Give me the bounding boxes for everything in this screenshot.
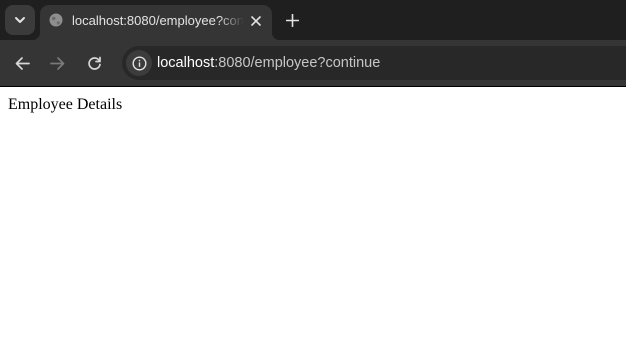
arrow-right-icon — [49, 56, 64, 70]
tab-search-button[interactable] — [5, 5, 35, 35]
info-icon — [131, 55, 147, 71]
page-heading: Employee Details — [8, 96, 123, 113]
tab-active[interactable]: localhost:8080/employee?continue — [32, 5, 280, 40]
forward-button[interactable] — [45, 51, 69, 75]
arrow-left-icon — [15, 56, 30, 70]
back-button[interactable] — [10, 51, 34, 75]
close-icon — [251, 16, 261, 26]
new-tab-button[interactable] — [280, 8, 304, 32]
plus-icon — [285, 13, 299, 27]
site-info-button[interactable] — [126, 50, 152, 76]
reload-icon — [87, 56, 101, 70]
reload-button[interactable] — [82, 51, 106, 75]
url-path: :8080/employee?continue — [214, 55, 381, 71]
address-bar[interactable]: localhost:8080/employee?continue — [122, 46, 626, 80]
chevron-down-icon — [15, 17, 25, 23]
tab-title: localhost:8080/employee?continue — [72, 13, 244, 28]
tab-close-button[interactable] — [246, 11, 266, 31]
tab-strip: localhost:8080/employee?continue — [0, 0, 626, 40]
page-content: Employee Details — [0, 87, 626, 351]
url-text[interactable]: localhost:8080/employee?continue — [157, 54, 380, 72]
browser-window: localhost:8080/employee?continue — [0, 0, 626, 351]
toolbar: localhost:8080/employee?continue — [0, 40, 626, 86]
globe-icon — [49, 13, 63, 27]
url-host: localhost — [157, 55, 215, 71]
